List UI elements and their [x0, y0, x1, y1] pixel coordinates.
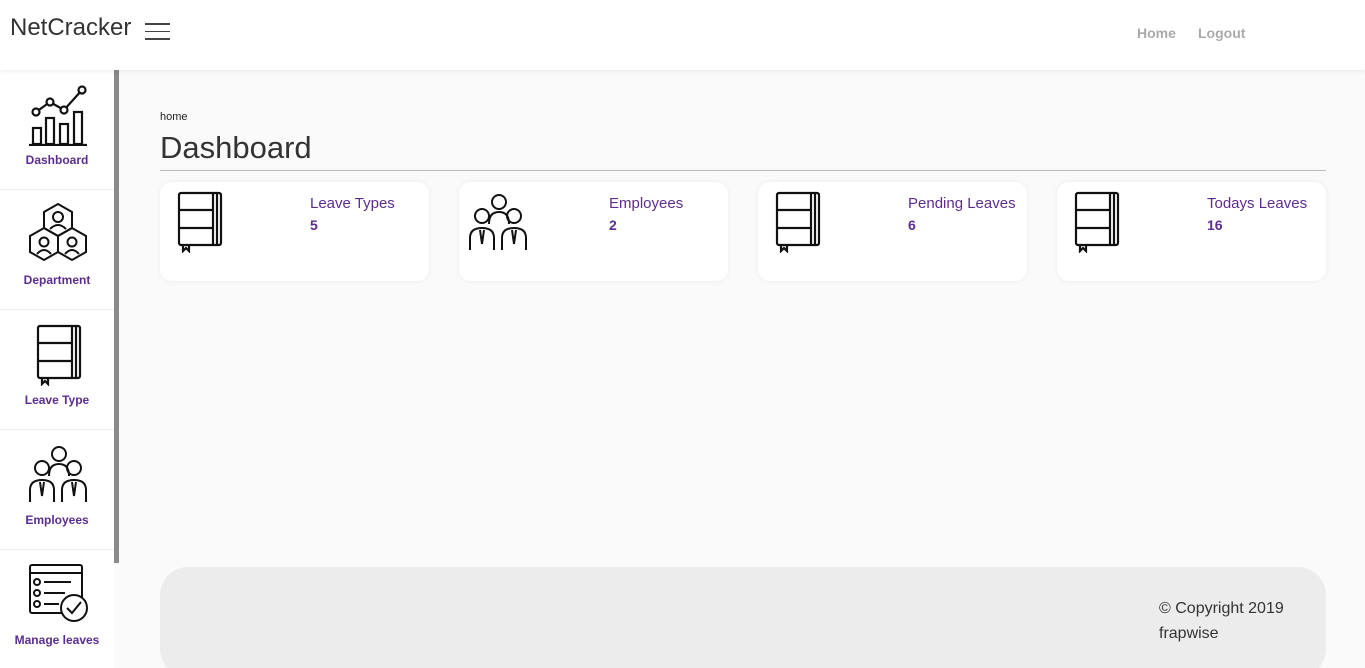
card-count: 6 — [908, 217, 916, 233]
chart-icon — [29, 85, 87, 146]
card-count: 16 — [1207, 217, 1223, 233]
top-header: NetCracker Home Logout — [0, 0, 1365, 70]
department-icon — [29, 202, 87, 262]
card-title: Pending Leaves — [908, 195, 1016, 212]
footer-copyright: © Copyright 2019 frapwise — [1159, 596, 1319, 646]
sidebar-item-label: Manage leaves — [14, 633, 100, 647]
notebook-icon — [36, 324, 82, 386]
card-pending-leaves[interactable]: Pending Leaves 6 — [758, 182, 1027, 281]
card-leave-types[interactable]: Leave Types 5 — [160, 182, 429, 281]
footer: © Copyright 2019 frapwise — [160, 567, 1326, 668]
nav-home-link[interactable]: Home — [1137, 25, 1176, 41]
card-employees[interactable]: Employees 2 — [459, 182, 728, 281]
card-count: 5 — [310, 217, 318, 233]
card-title: Todays Leaves — [1207, 195, 1308, 212]
notebook-icon — [1074, 191, 1120, 253]
sidebar-item-leave-type[interactable]: Leave Type — [0, 310, 114, 430]
notebook-icon — [775, 191, 821, 253]
sidebar: Dashboard Department Leave Type Employee… — [0, 70, 114, 668]
nav-logout-link[interactable]: Logout — [1198, 25, 1245, 41]
copyright-text: © Copyright 2019 — [1159, 600, 1284, 617]
card-title: Employees — [609, 195, 684, 212]
employees-icon — [469, 194, 527, 250]
sidebar-item-label: Leave Type — [24, 393, 90, 407]
brand-logo[interactable]: NetCracker — [10, 14, 131, 42]
checklist-icon — [29, 564, 88, 622]
card-todays-leaves[interactable]: Todays Leaves 16 — [1057, 182, 1326, 281]
sidebar-item-department[interactable]: Department — [0, 190, 114, 310]
breadcrumb[interactable]: home — [160, 111, 188, 123]
sidebar-item-label: Department — [23, 273, 91, 287]
page-title: Dashboard — [160, 130, 312, 165]
employees-icon — [29, 446, 87, 502]
company-name: frapwise — [1159, 625, 1219, 642]
sidebar-item-employees[interactable]: Employees — [0, 430, 114, 550]
card-count: 2 — [609, 217, 617, 233]
menu-toggle-icon[interactable] — [145, 23, 171, 43]
title-divider — [160, 170, 1326, 171]
sidebar-item-manage-leaves[interactable]: Manage leaves — [0, 550, 114, 668]
notebook-icon — [177, 191, 223, 253]
sidebar-scrollbar[interactable] — [114, 70, 119, 563]
sidebar-item-label: Employees — [25, 513, 89, 527]
sidebar-item-dashboard[interactable]: Dashboard — [0, 70, 114, 190]
card-title: Leave Types — [310, 195, 395, 212]
sidebar-item-label: Dashboard — [25, 153, 89, 167]
